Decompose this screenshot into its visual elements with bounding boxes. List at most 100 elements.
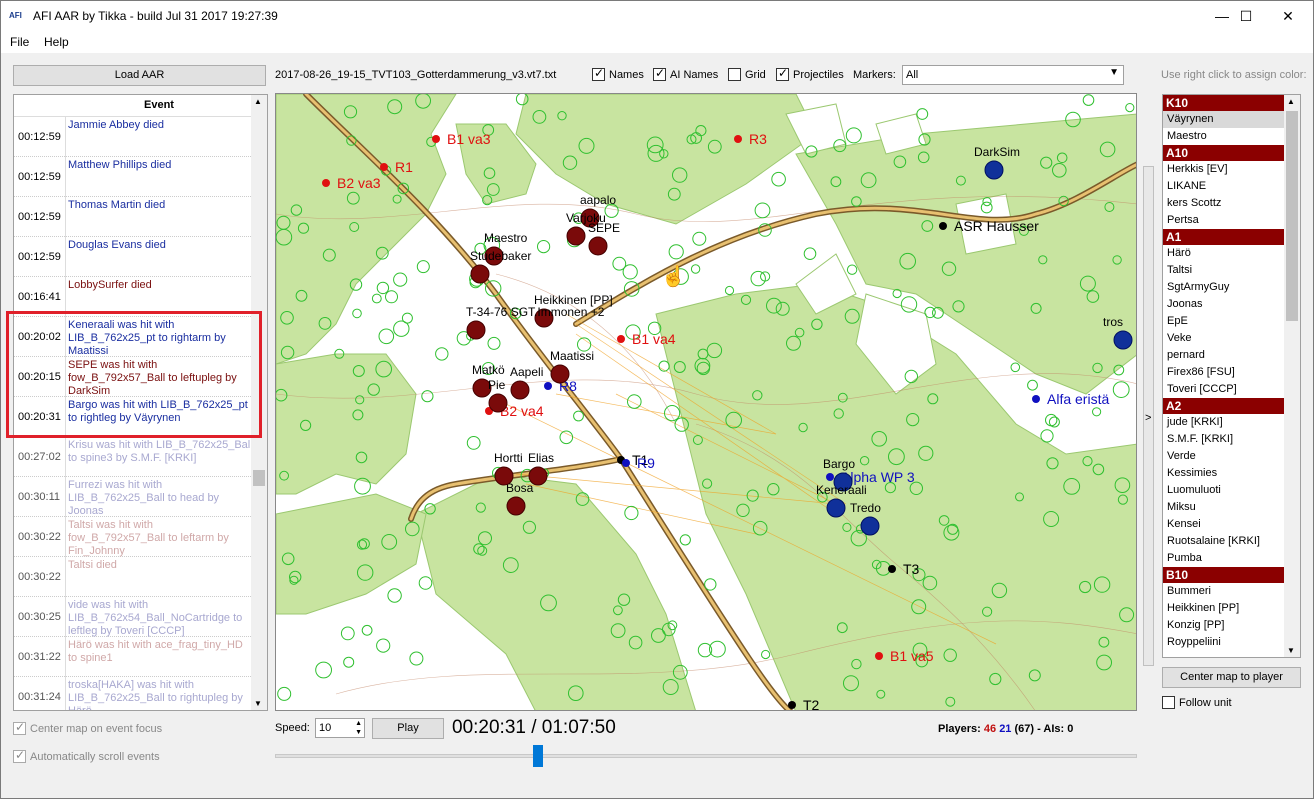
unit-list-item[interactable]: EpE bbox=[1163, 313, 1284, 330]
scroll-down-icon[interactable]: ▼ bbox=[254, 699, 262, 708]
red-player-icon[interactable] bbox=[506, 496, 526, 516]
map-view[interactable]: B1 va3 R3 B2 va3 R1 B1 va4 B2 va4 B1 va5 ASR Ha… bbox=[275, 93, 1137, 711]
unit-list-item[interactable]: Heikkinen [PP] bbox=[1163, 600, 1284, 617]
timeline-slider-thumb[interactable] bbox=[533, 745, 544, 767]
unit-list-item[interactable]: Toveri [CCCP] bbox=[1163, 381, 1284, 398]
follow-unit-checkbox[interactable]: Follow unit bbox=[1162, 696, 1232, 709]
markers-select[interactable]: All ▼ bbox=[902, 65, 1124, 85]
event-row[interactable]: 00:31:22 Härö was hit with ace_frag_tiny_… bbox=[14, 637, 267, 677]
follow-unit-check-box[interactable] bbox=[1162, 696, 1175, 709]
spinner-arrows-icon[interactable]: ▲ ▼ bbox=[355, 719, 362, 737]
red-player-icon[interactable] bbox=[528, 466, 548, 486]
unit-list-item[interactable]: Verde bbox=[1163, 448, 1284, 465]
unit-list-item[interactable]: Miksu bbox=[1163, 499, 1284, 516]
unit-list-item[interactable]: Maestro bbox=[1163, 128, 1284, 145]
unit-list-item[interactable]: Pertsa bbox=[1163, 212, 1284, 229]
unit-list-item[interactable]: Härö bbox=[1163, 245, 1284, 262]
unit-list-item[interactable]: Pumba bbox=[1163, 550, 1284, 567]
unit-group-header[interactable]: A1 bbox=[1163, 229, 1284, 245]
scroll-up-icon[interactable]: ▲ bbox=[254, 97, 262, 106]
grid-checkbox[interactable]: Grid bbox=[728, 68, 766, 81]
auto-scroll-check-box[interactable] bbox=[13, 748, 26, 763]
event-row[interactable]: 00:12:59 Jammie Abbey died bbox=[14, 117, 267, 157]
timeline-slider[interactable] bbox=[275, 745, 1137, 767]
event-row[interactable]: 00:12:59 Thomas Martin died bbox=[14, 197, 267, 237]
event-row[interactable]: 00:12:59 Douglas Evans died bbox=[14, 237, 267, 277]
unit-list-item[interactable]: Kessimies bbox=[1163, 465, 1284, 482]
load-aar-button[interactable]: Load AAR bbox=[13, 65, 266, 86]
event-row[interactable]: 00:12:59 Matthew Phillips died bbox=[14, 157, 267, 197]
unit-list-item[interactable]: Bummeri bbox=[1163, 583, 1284, 600]
unit-list-item[interactable]: SgtArmyGuy bbox=[1163, 279, 1284, 296]
menu-file[interactable]: File bbox=[10, 35, 29, 49]
blue-player-icon[interactable] bbox=[860, 516, 880, 536]
event-row[interactable]: 00:31:24 troska[HAKA] was hit with LIB_B_… bbox=[14, 677, 267, 710]
red-player-icon[interactable] bbox=[566, 226, 586, 246]
unit-scroll-thumb[interactable] bbox=[1286, 111, 1298, 321]
unit-list-item[interactable]: Joonas bbox=[1163, 296, 1284, 313]
unit-list-item[interactable]: Taltsi bbox=[1163, 262, 1284, 279]
blue-player-icon[interactable] bbox=[984, 160, 1004, 180]
tree-icon bbox=[1010, 362, 1021, 373]
markers-value: All bbox=[906, 69, 919, 81]
event-row[interactable]: 00:30:22 Taltsi was hit with fow_B_792x57… bbox=[14, 517, 267, 557]
unit-list-item[interactable]: pernard bbox=[1163, 347, 1284, 364]
center-on-event-checkbox[interactable]: Center map on event focus bbox=[13, 720, 162, 735]
unit-group-header[interactable]: B10 bbox=[1163, 567, 1284, 583]
unit-list-item[interactable]: jude [KRKI] bbox=[1163, 414, 1284, 431]
red-player-icon[interactable] bbox=[588, 236, 608, 256]
unit-group-header[interactable]: A10 bbox=[1163, 145, 1284, 161]
unit-list-item[interactable]: Firex86 [FSU] bbox=[1163, 364, 1284, 381]
projectiles-checkbox[interactable]: Projectiles bbox=[776, 66, 844, 81]
expand-panel-button[interactable]: > bbox=[1143, 166, 1154, 666]
ai-names-check-box[interactable] bbox=[653, 66, 666, 81]
unit-group-header[interactable]: K10 bbox=[1163, 95, 1284, 111]
map-marker-label: T2 bbox=[803, 697, 820, 711]
event-row[interactable]: 00:30:11 Furrezi was hit with LIB_B_762x2… bbox=[14, 477, 267, 517]
names-checkbox[interactable]: Names bbox=[592, 66, 644, 81]
ai-count: - AIs: 0 bbox=[1037, 723, 1074, 735]
auto-scroll-checkbox[interactable]: Automatically scroll events bbox=[13, 748, 160, 763]
scroll-up-icon[interactable]: ▲ bbox=[1287, 97, 1295, 106]
unit-list-item[interactable]: Väyrynen bbox=[1163, 111, 1284, 128]
unit-list-item[interactable]: kers Scottz bbox=[1163, 195, 1284, 212]
unit-scrollbar[interactable]: ▲ ▼ bbox=[1284, 95, 1300, 657]
unit-list-item[interactable]: Ruotsalaine [KRKI] bbox=[1163, 533, 1284, 550]
map-canvas[interactable]: B1 va3 R3B2 va3R1B1 va4B2 va4B1 va5ASR Ha… bbox=[276, 94, 1137, 711]
red-player-icon[interactable] bbox=[466, 320, 486, 340]
unit-list-item[interactable]: LIKANE bbox=[1163, 178, 1284, 195]
speed-spinner[interactable]: 10 ▲ ▼ bbox=[315, 718, 365, 738]
event-row[interactable]: 00:30:22 Taltsi died bbox=[14, 557, 267, 597]
play-button[interactable]: Play bbox=[372, 718, 444, 739]
red-player-icon[interactable] bbox=[550, 364, 570, 384]
unit-list-item[interactable]: S.M.F. [KRKI] bbox=[1163, 431, 1284, 448]
unit-list-item[interactable]: Konzig [PP] bbox=[1163, 617, 1284, 634]
center-on-event-check-box[interactable] bbox=[13, 720, 26, 735]
event-row[interactable]: 00:27:02 Krisu was hit with LIB_B_762x25_… bbox=[14, 437, 267, 477]
center-map-button[interactable]: Center map to player bbox=[1162, 667, 1301, 688]
names-check-box[interactable] bbox=[592, 66, 605, 81]
blue-player-icon[interactable] bbox=[1113, 330, 1133, 350]
unit-list-item[interactable]: Herkkis [EV] bbox=[1163, 161, 1284, 178]
red-player-icon[interactable] bbox=[494, 466, 514, 486]
blue-player-icon[interactable] bbox=[826, 498, 846, 518]
event-row[interactable]: 00:30:25 vide was hit with LIB_B_762x54_B… bbox=[14, 597, 267, 637]
red-player-icon[interactable] bbox=[470, 264, 490, 284]
ai-names-checkbox[interactable]: AI Names bbox=[653, 66, 718, 81]
unit-list-item[interactable]: Royppeliini bbox=[1163, 634, 1284, 651]
unit-list-item[interactable]: Luomuluoti bbox=[1163, 482, 1284, 499]
red-player-icon[interactable] bbox=[510, 380, 530, 400]
unit-list-item[interactable]: Kensei bbox=[1163, 516, 1284, 533]
menu-help[interactable]: Help bbox=[44, 35, 69, 49]
title-bar[interactable]: AFI AFI AAR by Tikka - build Jul 31 2017… bbox=[1, 1, 1313, 31]
projectiles-check-box[interactable] bbox=[776, 66, 789, 81]
maximize-button[interactable]: ☐ bbox=[1223, 1, 1269, 31]
scroll-down-icon[interactable]: ▼ bbox=[1287, 646, 1295, 655]
unit-group-header[interactable]: A2 bbox=[1163, 398, 1284, 414]
close-button[interactable]: ✕ bbox=[1265, 1, 1311, 31]
grid-check-box[interactable] bbox=[728, 68, 741, 81]
unit-list-item[interactable]: Veke bbox=[1163, 330, 1284, 347]
red-player-icon[interactable] bbox=[488, 393, 508, 413]
event-scroll-thumb[interactable] bbox=[253, 470, 265, 486]
unit-list[interactable]: K10 Väyrynen Maestro A10 Herkkis [EV] LIKANE k… bbox=[1162, 94, 1301, 658]
